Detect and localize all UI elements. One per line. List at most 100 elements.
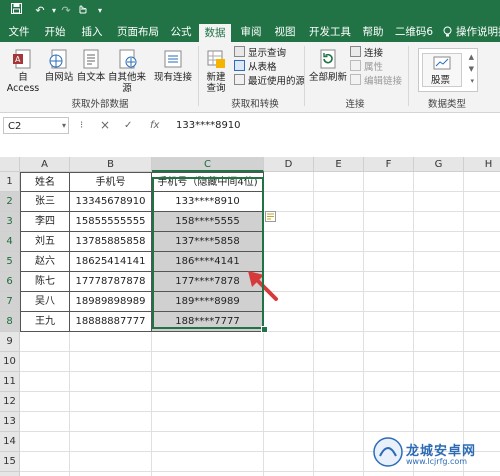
empty-cell[interactable] — [70, 432, 152, 452]
empty-cell[interactable] — [364, 192, 414, 212]
empty-cell[interactable] — [314, 312, 364, 332]
name-box-dropdown-icon[interactable]: ▾ — [62, 117, 66, 134]
row-header[interactable]: 6 — [0, 272, 20, 292]
row-header[interactable]: 13 — [0, 412, 20, 432]
empty-cell[interactable] — [464, 472, 500, 476]
empty-cell[interactable] — [70, 472, 152, 476]
empty-cell[interactable] — [264, 372, 314, 392]
column-header[interactable]: F — [364, 157, 414, 172]
empty-cell[interactable] — [70, 392, 152, 412]
empty-cell[interactable] — [264, 452, 314, 472]
from-table-button[interactable]: 从表格 — [234, 60, 277, 74]
column-header[interactable]: C — [152, 157, 264, 172]
empty-cell[interactable] — [464, 212, 500, 232]
empty-cell[interactable] — [70, 412, 152, 432]
row-header[interactable]: 9 — [0, 332, 20, 352]
row-header[interactable]: 16 — [0, 472, 20, 476]
row-header[interactable]: 4 — [0, 232, 20, 252]
column-header[interactable]: E — [314, 157, 364, 172]
empty-cell[interactable] — [152, 332, 264, 352]
empty-cell[interactable] — [464, 192, 500, 212]
tab-review[interactable]: 审阅 — [236, 22, 266, 42]
empty-cell[interactable] — [364, 352, 414, 372]
empty-cell[interactable] — [264, 192, 314, 212]
data-types-gallery[interactable]: 股票 ▲ ▼ ▾ — [418, 48, 478, 92]
row-header[interactable]: 15 — [0, 452, 20, 472]
column-header[interactable]: A — [20, 157, 70, 172]
empty-cell[interactable] — [20, 372, 70, 392]
empty-cell[interactable] — [464, 252, 500, 272]
row-header[interactable]: 14 — [0, 432, 20, 452]
cell-name[interactable]: 李四 — [20, 212, 70, 232]
empty-cell[interactable] — [20, 452, 70, 472]
empty-cell[interactable] — [264, 352, 314, 372]
column-header[interactable]: H — [464, 157, 500, 172]
empty-cell[interactable] — [264, 432, 314, 452]
empty-cell[interactable] — [314, 212, 364, 232]
gallery-up-icon[interactable]: ▲ — [469, 53, 474, 61]
cell-name[interactable]: 刘五 — [20, 232, 70, 252]
empty-cell[interactable] — [364, 172, 414, 192]
empty-cell[interactable] — [264, 412, 314, 432]
empty-cell[interactable] — [264, 312, 314, 332]
empty-cell[interactable] — [70, 352, 152, 372]
cell-masked-phone[interactable]: 158****5555 — [152, 212, 264, 232]
from-web-button[interactable]: 自网站 — [44, 48, 74, 83]
empty-cell[interactable] — [364, 312, 414, 332]
empty-cell[interactable] — [464, 232, 500, 252]
empty-cell[interactable] — [364, 232, 414, 252]
row-header[interactable]: 7 — [0, 292, 20, 312]
empty-cell[interactable] — [70, 372, 152, 392]
from-other-sources-button[interactable]: 自其他来源 — [106, 48, 148, 94]
empty-cell[interactable] — [264, 232, 314, 252]
empty-cell[interactable] — [314, 372, 364, 392]
empty-cell[interactable] — [464, 172, 500, 192]
row-header[interactable]: 5 — [0, 252, 20, 272]
tab-home[interactable]: 开始 — [38, 22, 72, 42]
row-header[interactable]: 2 — [0, 192, 20, 212]
new-query-button[interactable]: 新建 查询 — [200, 48, 232, 94]
refresh-all-button[interactable]: 全部刷新 — [308, 48, 348, 83]
empty-cell[interactable] — [20, 472, 70, 476]
cell-masked-phone[interactable]: 188****7777 — [152, 312, 264, 332]
empty-cell[interactable] — [464, 292, 500, 312]
cell-name[interactable]: 吴八 — [20, 292, 70, 312]
worksheet-grid[interactable]: A B C D E F G H 1 2 3 4 5 6 7 8 9 10 11 … — [0, 157, 500, 476]
cell-masked-phone[interactable]: 137****5858 — [152, 232, 264, 252]
empty-cell[interactable] — [70, 332, 152, 352]
empty-cell[interactable] — [464, 392, 500, 412]
empty-cell[interactable] — [414, 172, 464, 192]
cell-masked-phone-active[interactable]: 133****8910 — [152, 192, 264, 212]
cell-name[interactable]: 张三 — [20, 192, 70, 212]
empty-cell[interactable] — [20, 352, 70, 372]
empty-cell[interactable] — [20, 392, 70, 412]
empty-cell[interactable] — [414, 352, 464, 372]
tab-help[interactable]: 帮助 — [358, 22, 388, 42]
empty-cell[interactable] — [364, 252, 414, 272]
empty-cell[interactable] — [314, 172, 364, 192]
tell-me-search[interactable]: 操作说明搜 — [456, 22, 500, 42]
name-box[interactable]: C2 — [3, 117, 69, 134]
formula-content[interactable]: 133****8910 — [176, 117, 241, 134]
cell-phone[interactable]: 17778787878 — [70, 272, 152, 292]
empty-cell[interactable] — [314, 472, 364, 476]
empty-cell[interactable] — [414, 212, 464, 232]
empty-cell[interactable] — [70, 452, 152, 472]
show-queries-button[interactable]: 显示查询 — [234, 46, 286, 60]
empty-cell[interactable] — [314, 352, 364, 372]
empty-cell[interactable] — [152, 452, 264, 472]
lightbulb-icon[interactable] — [440, 22, 454, 42]
empty-cell[interactable] — [414, 292, 464, 312]
empty-cell[interactable] — [414, 332, 464, 352]
table-header-masked-phone[interactable]: 手机号（隐藏中间4位) — [152, 172, 264, 192]
gallery-down-icon[interactable]: ▼ — [469, 65, 474, 73]
cell-phone[interactable]: 18625414141 — [70, 252, 152, 272]
column-header[interactable]: G — [414, 157, 464, 172]
tab-formulas[interactable]: 公式 — [166, 22, 196, 42]
select-all-corner[interactable] — [0, 157, 20, 172]
recent-sources-button[interactable]: 最近使用的源 — [234, 74, 305, 88]
tab-data[interactable]: 数据 — [199, 24, 231, 42]
customize-icon[interactable]: ▾ — [92, 3, 108, 19]
empty-cell[interactable] — [464, 332, 500, 352]
column-header[interactable]: B — [70, 157, 152, 172]
